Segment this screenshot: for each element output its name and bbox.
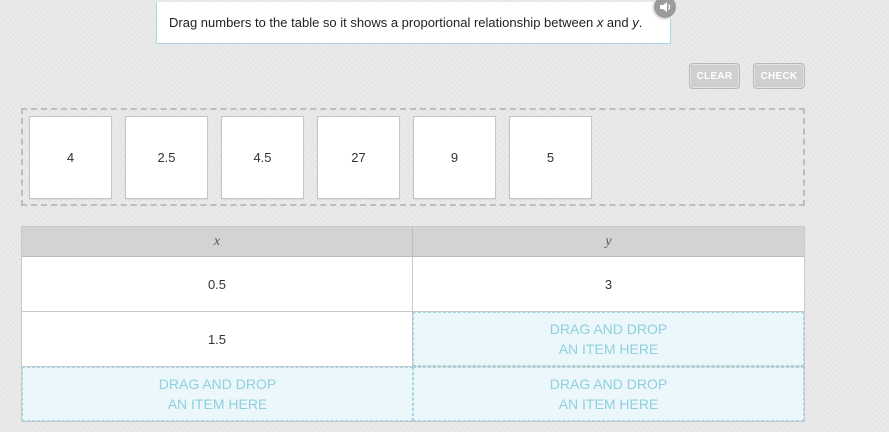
speaker-icon <box>660 2 671 12</box>
draggable-number-tile[interactable]: 27 <box>317 116 400 199</box>
drop-zone-y[interactable]: DRAG AND DROP AN ITEM HERE <box>413 367 804 421</box>
y-value-cell: 3 <box>604 276 613 292</box>
table-header-row: x y <box>22 227 804 257</box>
table-row: 0.5 3 <box>22 257 804 312</box>
draggable-number-tile[interactable]: 9 <box>413 116 496 199</box>
x-value-cell: 1.5 <box>22 312 413 366</box>
proportion-table: x y 0.5 3 1.5 DRAG AND DROP AN ITEM HERE… <box>21 226 805 422</box>
prompt-text-mid: and <box>603 15 633 30</box>
draggable-number-tile[interactable]: 4 <box>29 116 112 199</box>
drop-zone-y[interactable]: DRAG AND DROP AN ITEM HERE <box>413 312 804 366</box>
drop-zone-label: AN ITEM HERE <box>558 341 659 357</box>
drop-zone-label: AN ITEM HERE <box>167 396 268 412</box>
drop-zone-label: AN ITEM HERE <box>558 396 659 412</box>
drop-zone-label: DRAG AND DROP <box>549 321 668 337</box>
table-row: DRAG AND DROP AN ITEM HERE DRAG AND DROP… <box>22 367 804 421</box>
draggable-number-tile[interactable]: 2.5 <box>125 116 208 199</box>
instruction-prompt: Drag numbers to the table so it shows a … <box>156 2 671 44</box>
x-value-cell: 0.5 <box>22 257 413 311</box>
drop-zone-label: DRAG AND DROP <box>158 376 277 392</box>
drop-zone-x[interactable]: DRAG AND DROP AN ITEM HERE <box>22 367 413 421</box>
table-row: 1.5 DRAG AND DROP AN ITEM HERE <box>22 312 804 367</box>
drop-zone-label: DRAG AND DROP <box>549 376 668 392</box>
draggable-number-tile[interactable]: 5 <box>509 116 592 199</box>
audio-button[interactable] <box>652 0 678 20</box>
prompt-text: Drag numbers to the table so it shows a … <box>169 15 597 30</box>
draggable-number-tile[interactable]: 4.5 <box>221 116 304 199</box>
clear-button[interactable]: CLEAR <box>689 63 740 89</box>
column-header-y: y <box>605 233 612 249</box>
prompt-text-end: . <box>638 15 643 30</box>
column-header-x: x <box>22 227 413 256</box>
check-button[interactable]: CHECK <box>753 63 805 89</box>
